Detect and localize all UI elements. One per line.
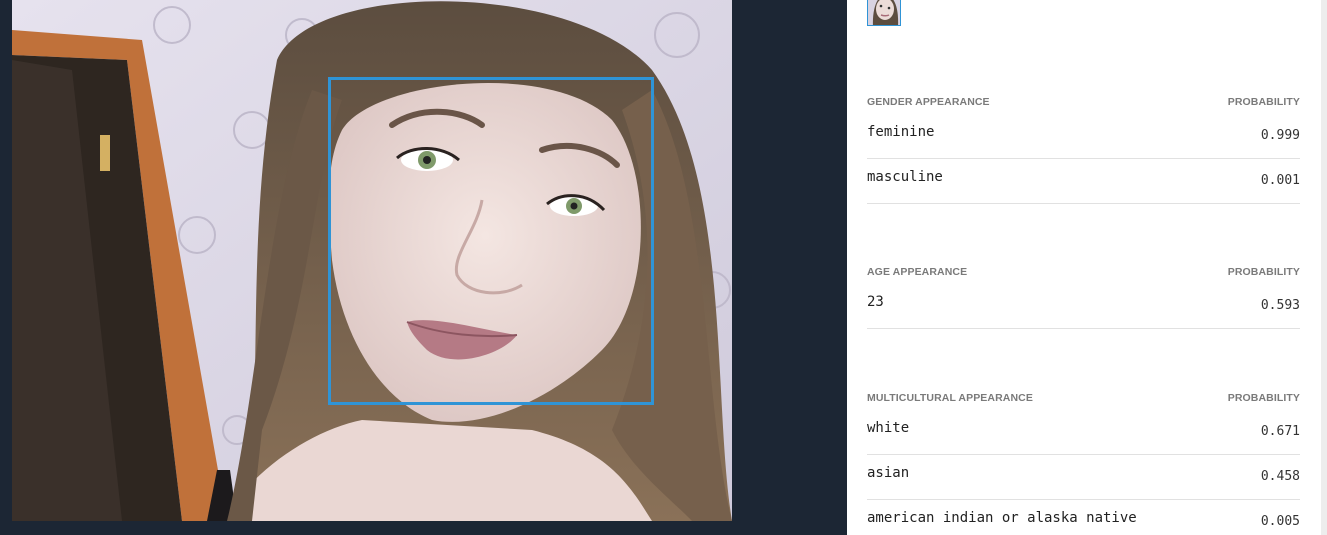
result-label: asian — [867, 465, 910, 481]
result-label: 23 — [867, 294, 884, 310]
result-row: 23 0.593 — [867, 284, 1300, 329]
result-probability: 0.999 — [1260, 128, 1300, 143]
result-row: feminine 0.999 — [867, 114, 1300, 159]
age-header: AGE APPEARANCE — [867, 266, 968, 278]
result-row: white 0.671 — [867, 410, 1300, 455]
gender-header-row: GENDER APPEARANCE PROBABILITY — [867, 96, 1300, 114]
age-section: AGE APPEARANCE PROBABILITY 23 0.593 — [867, 266, 1300, 329]
result-label: masculine — [867, 169, 943, 185]
result-probability: 0.458 — [1260, 469, 1300, 484]
multicultural-section: MULTICULTURAL APPEARANCE PROBABILITY whi… — [867, 392, 1300, 535]
result-label: white — [867, 420, 910, 436]
results-panel: GENDER APPEARANCE PROBABILITY feminine 0… — [847, 0, 1321, 535]
face-bounding-box[interactable] — [328, 77, 654, 405]
result-probability: 0.001 — [1260, 173, 1300, 188]
gender-section: GENDER APPEARANCE PROBABILITY feminine 0… — [867, 96, 1300, 204]
age-header-row: AGE APPEARANCE PROBABILITY — [867, 266, 1300, 284]
result-probability: 0.005 — [1260, 514, 1300, 529]
result-label: feminine — [867, 124, 935, 140]
multicultural-probability-header: PROBABILITY — [1227, 392, 1300, 404]
result-probability: 0.671 — [1260, 424, 1300, 439]
multicultural-header: MULTICULTURAL APPEARANCE — [867, 392, 1033, 404]
face-thumbnail-image — [868, 0, 900, 25]
multicultural-header-row: MULTICULTURAL APPEARANCE PROBABILITY — [867, 392, 1300, 410]
analyzed-image — [12, 0, 732, 521]
result-label: american indian or alaska native — [867, 510, 1137, 526]
gender-header: GENDER APPEARANCE — [867, 96, 990, 108]
age-probability-header: PROBABILITY — [1227, 266, 1300, 278]
face-thumbnail[interactable] — [867, 0, 901, 26]
gender-probability-header: PROBABILITY — [1227, 96, 1300, 108]
result-probability: 0.593 — [1260, 298, 1300, 313]
result-row: masculine 0.001 — [867, 159, 1300, 204]
result-row: asian 0.458 — [867, 455, 1300, 500]
panel-scrollbar[interactable] — [1321, 0, 1327, 535]
result-row: american indian or alaska native 0.005 — [867, 500, 1300, 535]
